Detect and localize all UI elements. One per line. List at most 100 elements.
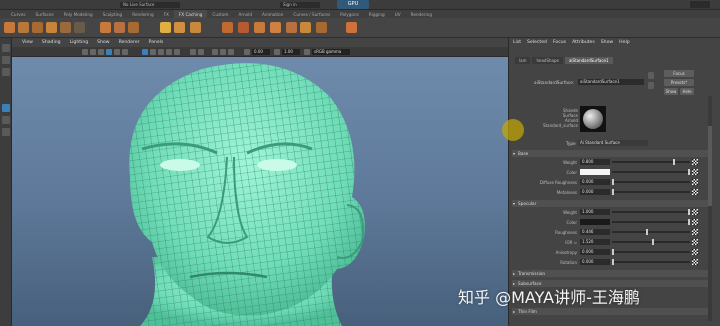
slider-knob[interactable] bbox=[688, 209, 690, 215]
slider-knob[interactable] bbox=[612, 189, 614, 195]
cone-icon[interactable] bbox=[46, 22, 57, 33]
grid-icon[interactable] bbox=[106, 49, 112, 55]
aa-icon[interactable] bbox=[220, 49, 226, 55]
slider-knob[interactable] bbox=[612, 249, 614, 255]
shelf-tab[interactable]: Rendering bbox=[127, 10, 158, 18]
hypershade-icon[interactable] bbox=[270, 22, 281, 33]
ae-menu-item[interactable]: Focus bbox=[553, 40, 566, 45]
map-button-icon[interactable] bbox=[692, 189, 698, 195]
shelf-tab[interactable]: FX bbox=[159, 10, 174, 18]
color-swatch[interactable] bbox=[580, 169, 610, 175]
focus-arrow-button[interactable] bbox=[648, 72, 654, 79]
attr-value-field[interactable]: 0.000 bbox=[580, 259, 610, 265]
viewport-menu-item[interactable]: Panels bbox=[149, 40, 164, 45]
attr-value-field[interactable]: 0.446 bbox=[580, 229, 610, 235]
lasso-tool-icon[interactable] bbox=[2, 56, 10, 64]
textured-icon[interactable] bbox=[158, 49, 164, 55]
ae-tab[interactable]: aiStandardSurface1 bbox=[564, 57, 613, 64]
section-thin-film[interactable]: Thin Film bbox=[512, 308, 708, 315]
attr-slider[interactable] bbox=[612, 209, 690, 215]
attr-slider[interactable] bbox=[612, 179, 690, 185]
shelf-tab[interactable]: Sculpting bbox=[98, 10, 128, 18]
cylinder-icon[interactable] bbox=[32, 22, 43, 33]
map-button-icon[interactable] bbox=[692, 239, 698, 245]
attr-value-field[interactable]: 0.000 bbox=[580, 189, 610, 195]
ao-icon[interactable] bbox=[212, 49, 218, 55]
slider-knob[interactable] bbox=[673, 159, 675, 165]
color-management-icon[interactable] bbox=[304, 49, 310, 55]
exposure-icon[interactable] bbox=[244, 49, 250, 55]
rotate-tool-icon[interactable] bbox=[2, 116, 10, 124]
slider-knob[interactable] bbox=[646, 229, 648, 235]
camera-select-icon[interactable] bbox=[82, 49, 88, 55]
area-light-icon[interactable] bbox=[190, 22, 201, 33]
color-slider[interactable] bbox=[612, 169, 690, 175]
attr-slider[interactable] bbox=[612, 229, 690, 235]
ae-tab[interactable]: headShape bbox=[532, 57, 563, 64]
select-tool-icon[interactable] bbox=[2, 44, 10, 52]
shelf-tab[interactable]: Polygons bbox=[335, 10, 364, 18]
attr-slider[interactable] bbox=[612, 159, 690, 165]
live-surface-field[interactable]: No Live Surface bbox=[120, 2, 180, 8]
cube-icon[interactable] bbox=[4, 22, 15, 33]
viewport-3d[interactable] bbox=[12, 57, 508, 326]
bookmark-icon[interactable] bbox=[98, 49, 104, 55]
window-field[interactable] bbox=[690, 1, 710, 8]
section-base[interactable]: Base bbox=[512, 150, 708, 157]
isolate-icon[interactable] bbox=[198, 49, 204, 55]
shelf-tab[interactable]: FX Caching bbox=[173, 10, 208, 18]
gamma-field[interactable]: 1.00 bbox=[282, 49, 300, 55]
shelf-tab[interactable]: UV bbox=[390, 10, 406, 18]
map-button-icon[interactable] bbox=[692, 159, 698, 165]
viewport-menu-item[interactable]: Renderer bbox=[119, 40, 140, 45]
shelf-tab[interactable]: Custom bbox=[207, 10, 233, 18]
node-name-field[interactable]: aiStandardSurface1 bbox=[578, 79, 644, 85]
map-button-icon[interactable] bbox=[692, 219, 698, 225]
section-transmission[interactable]: Transmission bbox=[512, 270, 708, 277]
resolution-gate-icon[interactable] bbox=[122, 49, 128, 55]
viewport-menu-item[interactable]: Shading bbox=[42, 40, 61, 45]
shelf-tab[interactable]: Curves bbox=[6, 10, 31, 18]
ae-menu-item[interactable]: Attributes bbox=[572, 40, 595, 45]
shelf-tab[interactable]: Curves / Surfaces bbox=[288, 10, 335, 18]
attr-value-field[interactable]: 0.800 bbox=[580, 159, 610, 165]
slider-knob[interactable] bbox=[688, 169, 690, 175]
ae-menu-item[interactable]: Selected bbox=[527, 40, 547, 45]
sun-icon[interactable] bbox=[174, 22, 185, 33]
camera-icon[interactable] bbox=[316, 22, 327, 33]
bevel-icon[interactable] bbox=[114, 22, 125, 33]
attr-value-field[interactable]: 0.000 bbox=[580, 179, 610, 185]
attr-slider[interactable] bbox=[612, 189, 690, 195]
ae-scrollbar[interactable] bbox=[708, 96, 712, 321]
show-button[interactable]: Show bbox=[664, 88, 678, 95]
presets-arrow-button[interactable] bbox=[648, 82, 654, 89]
smooth-shade-icon[interactable] bbox=[150, 49, 156, 55]
slider-knob[interactable] bbox=[612, 259, 614, 265]
ae-scroll-thumb[interactable] bbox=[708, 126, 712, 206]
slider-knob[interactable] bbox=[612, 179, 614, 185]
shelf-tab[interactable]: Surfaces bbox=[31, 10, 59, 18]
shadows-icon[interactable] bbox=[174, 49, 180, 55]
attr-slider[interactable] bbox=[612, 249, 690, 255]
plane-icon[interactable] bbox=[60, 22, 71, 33]
gamma-icon[interactable] bbox=[274, 49, 280, 55]
presets-button[interactable]: Presets* bbox=[664, 79, 694, 86]
paint-tool-icon[interactable] bbox=[2, 68, 10, 76]
type-dropdown[interactable]: Ai Standard Surface bbox=[578, 140, 648, 146]
attr-value-field[interactable]: 1.000 bbox=[580, 209, 610, 215]
sign-in-field[interactable]: Sign in bbox=[280, 2, 320, 8]
map-button-icon[interactable] bbox=[692, 209, 698, 215]
gpu-badge[interactable]: GPU bbox=[337, 0, 369, 9]
ae-menu-item[interactable]: Help bbox=[619, 40, 629, 45]
viewport-menu-item[interactable]: Lighting bbox=[70, 40, 89, 45]
color-swatch[interactable] bbox=[580, 219, 610, 225]
attr-value-field[interactable]: 0.000 bbox=[580, 249, 610, 255]
film-gate-icon[interactable] bbox=[114, 49, 120, 55]
attr-slider[interactable] bbox=[612, 239, 690, 245]
map-button-icon[interactable] bbox=[692, 179, 698, 185]
lights-icon[interactable] bbox=[166, 49, 172, 55]
material-icon[interactable] bbox=[286, 22, 297, 33]
ae-menu-item[interactable]: Show bbox=[601, 40, 613, 45]
slider-knob[interactable] bbox=[688, 219, 690, 225]
ae-menu-item[interactable]: List bbox=[513, 40, 521, 45]
